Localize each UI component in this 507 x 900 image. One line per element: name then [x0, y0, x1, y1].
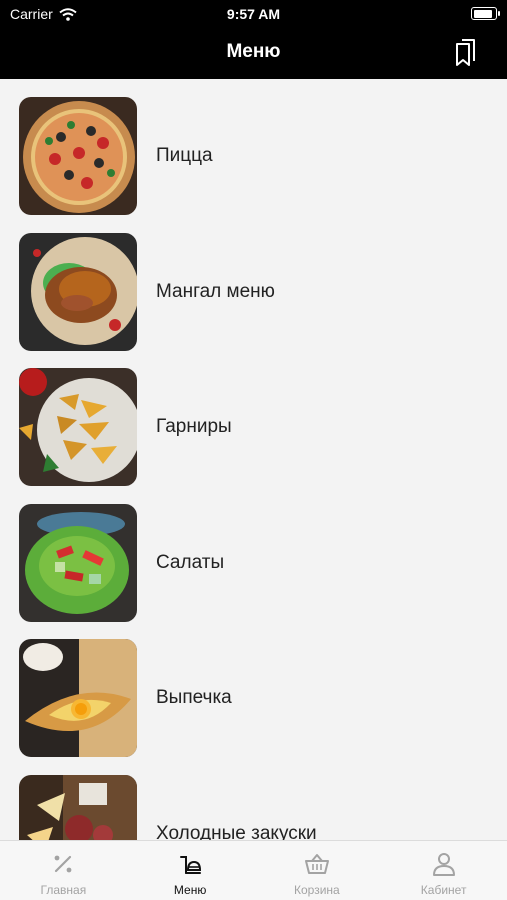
pizza-photo [19, 97, 137, 215]
category-label: Гарниры [156, 416, 232, 437]
category-item-grill[interactable]: Мангал меню [0, 215, 507, 351]
tab-menu[interactable]: Меню [127, 841, 254, 900]
user-icon [432, 853, 455, 876]
tab-label: Кабинет [420, 883, 467, 897]
bookmarks-icon[interactable] [453, 38, 479, 68]
tab-bar: Главная Меню Корзина Кабинет [0, 840, 507, 900]
potato-wedges-photo [19, 368, 137, 486]
tab-account[interactable]: Кабинет [380, 841, 507, 900]
cold-appetizers-photo [19, 774, 137, 840]
basket-icon [304, 854, 329, 874]
category-label: Мангал меню [156, 280, 275, 302]
category-item-salads[interactable]: Салаты [0, 486, 507, 622]
tab-cart[interactable]: Корзина [254, 841, 381, 900]
percent-icon [54, 855, 72, 873]
category-label: Пицца [156, 145, 213, 166]
status-bar: Carrier 9:57 AM [0, 0, 507, 28]
menu-tray-icon [180, 856, 202, 874]
battery-level [473, 9, 493, 18]
category-item-bakery[interactable]: Выпечка [0, 621, 507, 757]
navigation-bar: Carrier 9:57 AM Меню [0, 0, 507, 79]
battery-icon [471, 7, 500, 20]
tab-home[interactable]: Главная [0, 841, 127, 900]
khachapuri-photo [19, 639, 137, 757]
salad-photo [19, 503, 137, 622]
tab-label: Меню [173, 883, 207, 897]
grilled-meat-photo [19, 232, 137, 351]
clock: 9:57 AM [226, 6, 281, 22]
category-label: Холодные закуски [156, 822, 317, 841]
tab-label: Корзина [294, 883, 340, 897]
category-item-garnish[interactable]: Гарниры [0, 350, 507, 486]
category-label: Выпечка [156, 687, 232, 708]
category-item-cold-appetizers[interactable]: Холодные закуски [0, 757, 507, 841]
category-label: Салаты [156, 551, 225, 573]
menu-screen: Carrier 9:57 AM Меню Пицца Мангал меню Г… [0, 0, 507, 900]
category-item-pizza[interactable]: Пицца [0, 79, 507, 215]
tab-label: Главная [40, 883, 87, 897]
page-title: Меню [226, 41, 281, 62]
category-list: Пицца Мангал меню Гарниры Салаты Выпечка… [0, 79, 507, 840]
